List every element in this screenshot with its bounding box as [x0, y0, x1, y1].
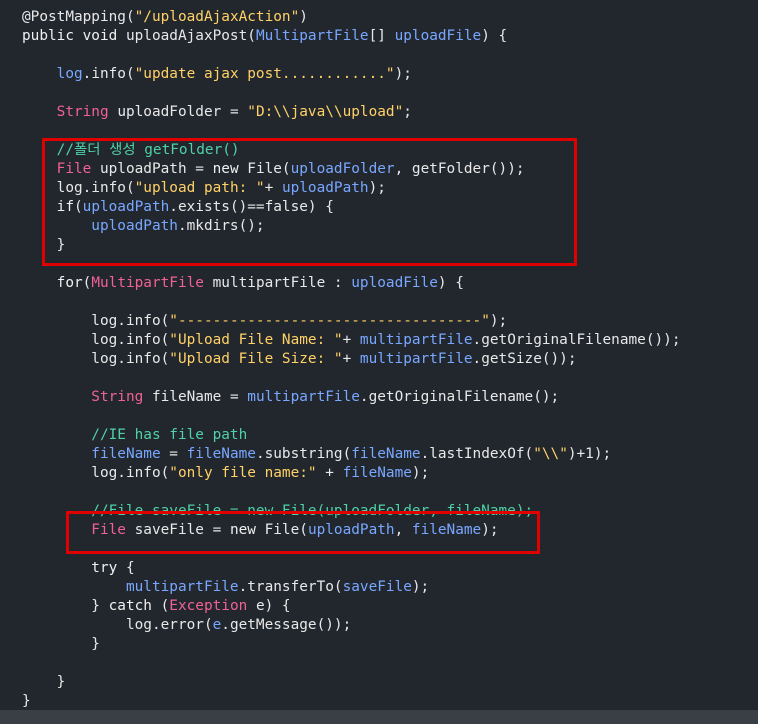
code-token-plain: log.info( — [22, 351, 170, 367]
code-token-plain: = — [160, 446, 187, 462]
code-token-identifier: multipartFile — [359, 332, 473, 348]
code-line: log.info("only file name:" + fileName); — [22, 464, 429, 483]
code-token-keyword: catch — [108, 598, 161, 614]
code-token-keyword: for — [22, 275, 83, 291]
code-token-plain: uploadFolder = — [117, 104, 248, 120]
code-token-string: "-----------------------------------" — [169, 313, 490, 329]
code-token-plain: ( — [160, 598, 170, 614]
code-token-plain: } — [22, 636, 100, 652]
code-token-plain: ) { — [481, 28, 508, 44]
code-token-plain: multipartFile : — [212, 275, 352, 291]
code-token-string: "update ajax post............" — [134, 66, 395, 82]
code-token-plain: + — [316, 465, 343, 481]
code-token-identifier: fileName — [351, 446, 421, 462]
code-token-type: String — [22, 104, 118, 120]
code-token-plain: ); — [411, 465, 430, 481]
code-token-plain: .substring( — [255, 446, 352, 462]
code-token-plain: } — [22, 674, 66, 690]
code-token-string: "/uploadAjaxAction" — [134, 9, 300, 25]
code-token-string: "Upload File Name: " — [169, 332, 343, 348]
code-token-keyword: public void — [22, 28, 126, 44]
highlight-box-getfolder — [42, 138, 577, 266]
code-token-plain: .getSize()); — [472, 351, 577, 367]
code-token-identifier: fileName — [22, 446, 161, 462]
code-line: multipartFile.transferTo(saveFile); — [22, 578, 429, 597]
code-token-plain: ) { — [437, 275, 464, 291]
code-line: String fileName = multipartFile.getOrigi… — [22, 388, 559, 407]
code-token-identifier: multipartFile — [22, 579, 239, 595]
code-token-plain: ); — [489, 313, 508, 329]
code-line: for(MultipartFile multipartFile : upload… — [22, 274, 464, 293]
code-token-plain: fileName = — [151, 389, 248, 405]
code-token-identifier: saveFile — [342, 579, 412, 595]
code-line: log.info("------------------------------… — [22, 312, 507, 331]
code-line: public void uploadAjaxPost(MultipartFile… — [22, 27, 507, 46]
code-token-plain: ); — [411, 579, 430, 595]
code-token-plain: [] — [368, 28, 395, 44]
code-token-plain: @PostMapping( — [22, 9, 135, 25]
code-token-plain: log.info( — [22, 313, 170, 329]
code-token-identifier: MultipartFile — [255, 28, 369, 44]
code-token-plain: } — [22, 693, 31, 709]
code-token-plain: log.info( — [22, 332, 170, 348]
code-line: } — [22, 635, 100, 654]
code-token-type: MultipartFile — [91, 275, 213, 291]
code-token-type: String — [22, 389, 152, 405]
code-token-plain: log.info( — [22, 465, 170, 481]
code-token-type: Exception — [169, 598, 256, 614]
code-line: String uploadFolder = "D:\\java\\upload"… — [22, 103, 412, 122]
code-token-plain: .getMessage()); — [221, 617, 352, 633]
code-editor[interactable]: @PostMapping("/uploadAjaxAction") public … — [0, 0, 758, 710]
code-line: log.info("Upload File Name: "+ multipart… — [22, 331, 680, 350]
code-token-identifier: fileName — [186, 446, 256, 462]
code-token-plain: log.error( — [22, 617, 213, 633]
code-line: } — [22, 673, 66, 692]
code-token-identifier: uploadFile — [351, 275, 438, 291]
code-token-identifier: log — [22, 66, 83, 82]
code-line: log.error(e.getMessage()); — [22, 616, 351, 635]
code-token-plain: .transferTo( — [238, 579, 343, 595]
code-token-identifier: e — [212, 617, 222, 633]
code-token-plain: ) — [299, 9, 308, 25]
code-token-plain: )+1); — [567, 446, 612, 462]
code-token-identifier: multipartFile — [359, 351, 473, 367]
code-token-plain: .getOriginalFilename()); — [472, 332, 681, 348]
code-token-keyword: try — [22, 560, 126, 576]
code-token-plain: { — [125, 560, 135, 576]
code-token-plain: ); — [394, 66, 412, 82]
code-token-string: "D:\\java\\upload" — [247, 104, 404, 120]
code-token-string: "Upload File Size: " — [169, 351, 343, 367]
code-token-identifier: fileName — [342, 465, 412, 481]
code-line: } catch (Exception e) { — [22, 597, 291, 616]
highlight-box-savefile — [66, 511, 540, 554]
code-line: fileName = fileName.substring(fileName.l… — [22, 445, 611, 464]
code-token-plain: .info( — [82, 66, 135, 82]
code-token-plain: .lastIndexOf( — [420, 446, 534, 462]
code-line: log.info("Upload File Size: "+ multipart… — [22, 350, 577, 369]
code-token-plain: e) { — [255, 598, 291, 614]
code-line: @PostMapping("/uploadAjaxAction") — [22, 8, 308, 27]
code-token-comment: //IE has file path — [22, 427, 248, 443]
code-token-plain: + — [342, 351, 360, 367]
code-token-plain: ; — [403, 104, 412, 120]
code-token-plain: + — [342, 332, 360, 348]
horizontal-scrollbar[interactable] — [0, 710, 758, 724]
code-line: //IE has file path — [22, 426, 247, 445]
code-token-plain: .getOriginalFilename(); — [359, 389, 560, 405]
code-token-identifier: multipartFile — [247, 389, 360, 405]
code-line: try { — [22, 559, 135, 578]
code-token-plain: uploadAjaxPost( — [125, 28, 256, 44]
code-line: log.info("update ajax post............")… — [22, 65, 412, 84]
code-token-string: "\\" — [533, 446, 568, 462]
code-line: } — [22, 692, 31, 711]
code-token-identifier: uploadFile — [394, 28, 482, 44]
code-token-string: "only file name:" — [169, 465, 317, 481]
code-token-plain: } — [22, 598, 109, 614]
